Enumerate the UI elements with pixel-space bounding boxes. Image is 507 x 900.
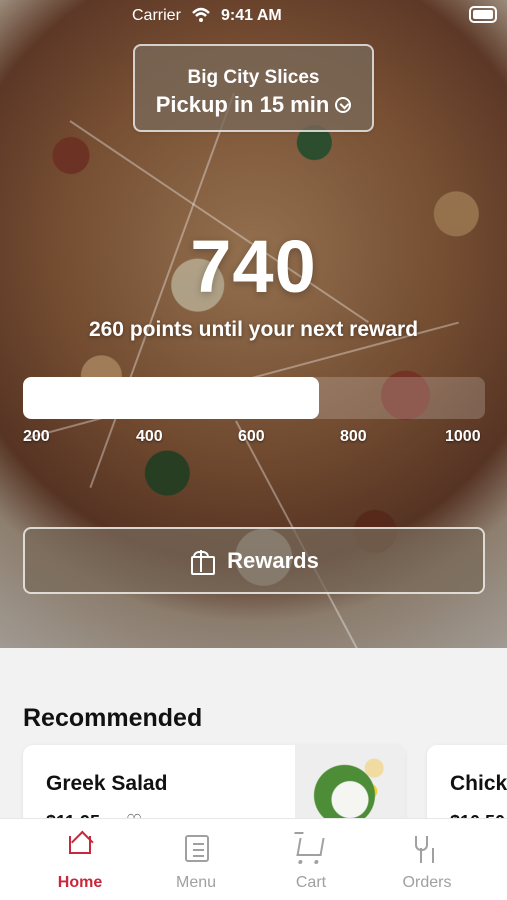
tab-orders[interactable]: Orders [382, 833, 472, 892]
reward-points: 740 [190, 225, 317, 308]
rewards-progress-fill [23, 377, 319, 419]
rewards-button-label: Rewards [227, 547, 319, 573]
points-caption: 260 points until your next reward [88, 318, 419, 341]
fork-knife-icon [413, 836, 441, 864]
home-icon [69, 836, 91, 854]
bottom-tab-bar: Home Menu Cart Orders [0, 818, 507, 900]
recommended-heading: Recommended [23, 704, 203, 732]
tick-label: 800 [340, 428, 367, 445]
rewards-progress-bar [23, 377, 485, 419]
tab-label: Cart [295, 874, 327, 891]
gift-icon [189, 548, 216, 575]
tick-label: 1000 [445, 428, 481, 445]
menu-icon [185, 835, 209, 862]
rewards-button[interactable]: Rewards [23, 527, 485, 594]
tick-label: 200 [23, 428, 50, 445]
battery-icon [469, 6, 497, 23]
status-bar: Carrier 9:41 AM [0, 0, 507, 30]
card-title: Greek Salad [46, 772, 168, 795]
store-pickup-selector[interactable]: Big City Slices Pickup in 15 min [133, 44, 374, 132]
carrier-label: Carrier [132, 7, 181, 24]
store-name: Big City Slices [187, 67, 320, 88]
tab-label: Menu [175, 874, 217, 891]
status-time: 9:41 AM [221, 7, 282, 24]
tick-label: 400 [136, 428, 163, 445]
chevron-down-icon [335, 97, 352, 113]
tab-menu[interactable]: Menu [151, 833, 241, 892]
pickup-time-text: Pickup in 15 min [155, 92, 330, 117]
tab-label: Orders [402, 874, 452, 891]
tick-label: 600 [238, 428, 265, 445]
cart-icon [296, 838, 325, 856]
card-title: Chick [450, 772, 507, 795]
tab-home[interactable]: Home [35, 833, 125, 892]
pickup-time: Pickup in 15 min [135, 92, 372, 118]
wifi-icon [192, 7, 210, 22]
tab-cart[interactable]: Cart [266, 833, 356, 892]
tab-label: Home [57, 874, 103, 891]
progress-ticks: 200 400 600 800 1000 [23, 428, 485, 450]
